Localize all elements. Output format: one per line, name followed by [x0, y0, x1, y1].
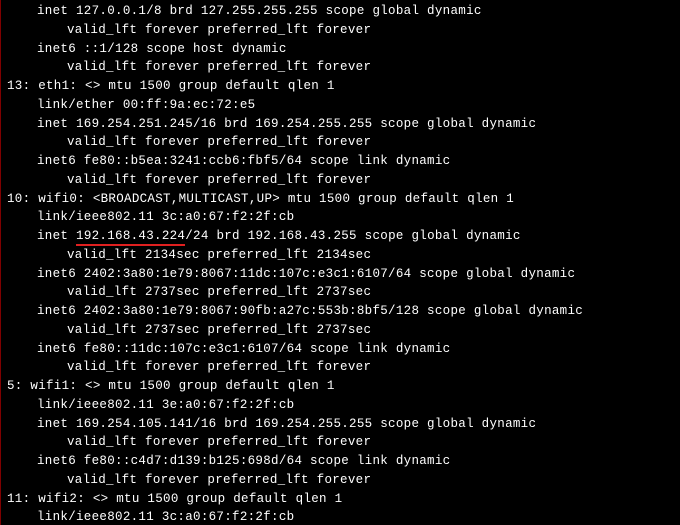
output-line: inet6 fe80::b5ea:3241:ccb6:fbf5/64 scope…	[7, 152, 672, 171]
iface-header-wifi1: 5: wifi1: <> mtu 1500 group default qlen…	[7, 377, 672, 396]
inet-suffix: /24 brd 192.168.43.255 scope global dyna…	[185, 229, 520, 243]
output-line: valid_lft forever preferred_lft forever	[7, 171, 672, 190]
iface-header-wifi0: 10: wifi0: <BROADCAST,MULTICAST,UP> mtu …	[7, 190, 672, 209]
output-line: valid_lft forever preferred_lft forever	[7, 358, 672, 377]
output-line: valid_lft forever preferred_lft forever	[7, 58, 672, 77]
output-line: valid_lft forever preferred_lft forever	[7, 133, 672, 152]
output-line: valid_lft 2134sec preferred_lft 2134sec	[7, 246, 672, 265]
output-line: inet6 ::1/128 scope host dynamic	[7, 40, 672, 59]
output-line: link/ieee802.11 3c:a0:67:f2:2f:cb	[7, 208, 672, 227]
output-line-highlighted-ip: inet 192.168.43.224/24 brd 192.168.43.25…	[7, 227, 672, 246]
output-line: valid_lft 2737sec preferred_lft 2737sec	[7, 321, 672, 340]
iface-header-eth1: 13: eth1: <> mtu 1500 group default qlen…	[7, 77, 672, 96]
inet-prefix: inet	[37, 229, 76, 243]
output-line: valid_lft 2737sec preferred_lft 2737sec	[7, 283, 672, 302]
highlighted-ip: 192.168.43.224	[76, 229, 185, 246]
output-line: link/ether 00:ff:9a:ec:72:e5	[7, 96, 672, 115]
output-line: link/ieee802.11 3c:a0:67:f2:2f:cb	[7, 508, 672, 525]
terminal-output[interactable]: inet 127.0.0.1/8 brd 127.255.255.255 sco…	[0, 0, 678, 525]
output-line: inet6 2402:3a80:1e79:8067:11dc:107c:e3c1…	[7, 265, 672, 284]
output-line: inet 127.0.0.1/8 brd 127.255.255.255 sco…	[7, 2, 672, 21]
output-line: link/ieee802.11 3e:a0:67:f2:2f:cb	[7, 396, 672, 415]
output-line: inet 169.254.251.245/16 brd 169.254.255.…	[7, 115, 672, 134]
output-line: valid_lft forever preferred_lft forever	[7, 471, 672, 490]
output-line: valid_lft forever preferred_lft forever	[7, 21, 672, 40]
iface-header-wifi2: 11: wifi2: <> mtu 1500 group default qle…	[7, 490, 672, 509]
output-line: inet6 fe80::c4d7:d139:b125:698d/64 scope…	[7, 452, 672, 471]
output-line: inet6 fe80::11dc:107c:e3c1:6107/64 scope…	[7, 340, 672, 359]
output-line: valid_lft forever preferred_lft forever	[7, 433, 672, 452]
output-line: inet 169.254.105.141/16 brd 169.254.255.…	[7, 415, 672, 434]
output-line: inet6 2402:3a80:1e79:8067:90fb:a27c:553b…	[7, 302, 672, 321]
